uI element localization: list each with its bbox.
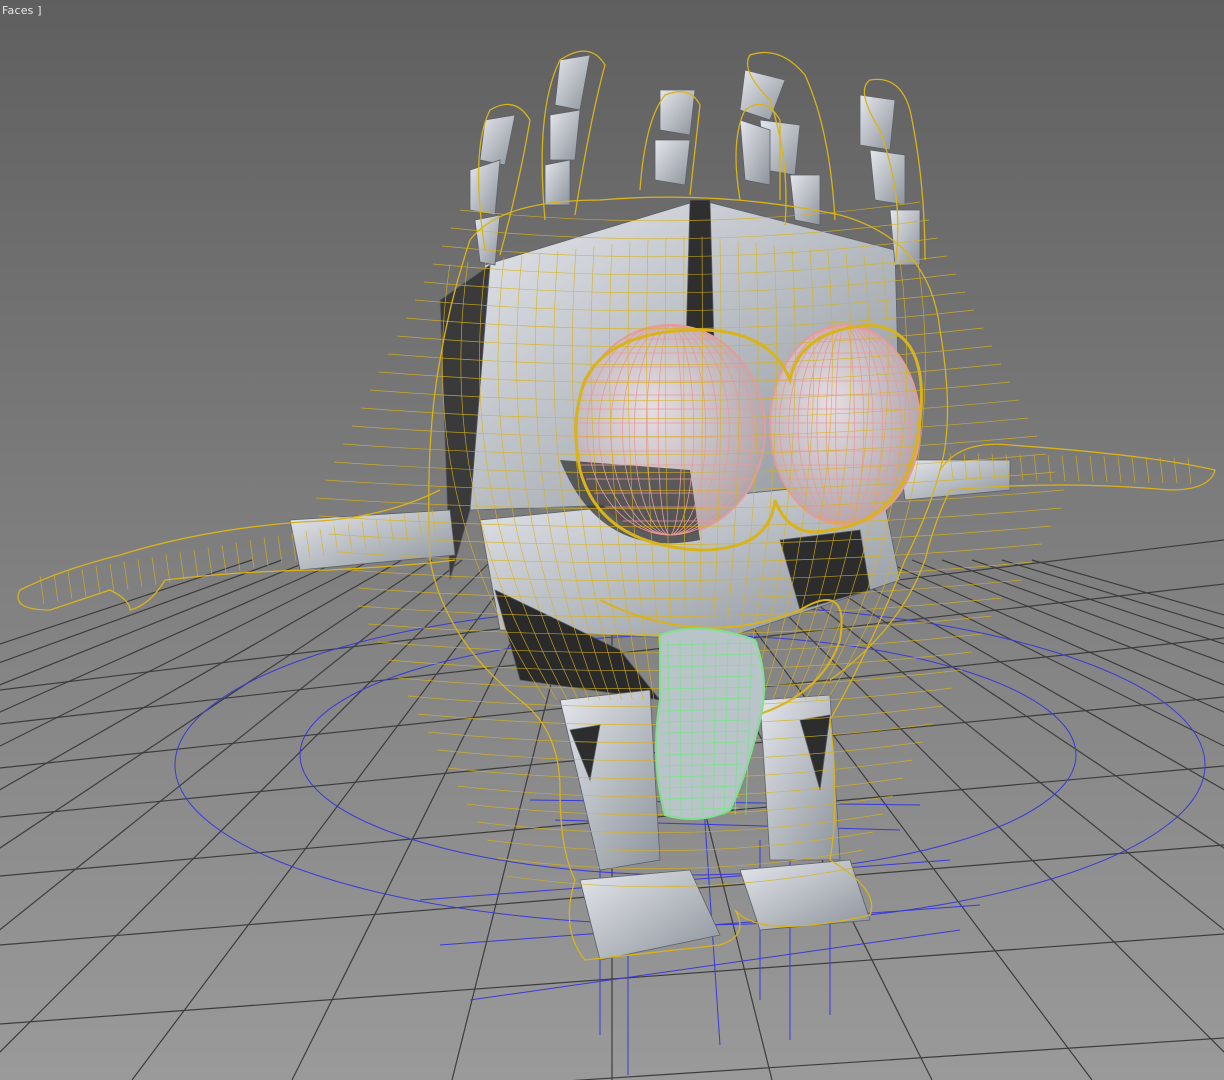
wire-line (53, 573, 59, 602)
wire-line (0, 559, 493, 1053)
wire-line (0, 559, 373, 747)
wire-line (1145, 456, 1150, 483)
wire-line (123, 561, 129, 590)
wire-line (1031, 559, 1224, 616)
wire-line (109, 564, 115, 593)
wire-line (851, 559, 1224, 747)
wire-line (179, 552, 185, 581)
wire-line (1061, 455, 1066, 482)
wire-line (1159, 457, 1164, 484)
viewport-label-suffix: ] (33, 4, 42, 17)
wire-line (277, 535, 283, 564)
wire-line (95, 566, 101, 595)
wire-line (1131, 456, 1136, 483)
wire-line (151, 556, 157, 586)
wire-line (81, 568, 87, 597)
wire-line (165, 554, 171, 583)
tongue-shape (655, 627, 765, 820)
wire-line (193, 549, 199, 578)
wire-line (1033, 454, 1038, 481)
wire-line (971, 559, 1224, 645)
left-foot-bone (579, 869, 721, 961)
wire-line (1001, 559, 1224, 629)
wire-line (207, 547, 213, 576)
wire-line (131, 559, 523, 1080)
wire-line (1173, 457, 1178, 484)
wire-line (1089, 455, 1094, 482)
scene-canvas[interactable] (0, 0, 1224, 1080)
wire-line (67, 571, 73, 600)
wire-line (881, 559, 1224, 713)
wire-line (263, 537, 269, 566)
wire-line (1103, 456, 1108, 483)
wire-line (249, 540, 255, 569)
wire-line (701, 559, 1093, 1080)
wire-line (235, 542, 241, 571)
left-thigh-bone (559, 689, 661, 871)
perspective-viewport[interactable]: Faces ] (0, 0, 1224, 1080)
wire-line (0, 559, 463, 931)
wire-line (1075, 455, 1080, 482)
wire-line (821, 559, 1224, 791)
wire-line (137, 559, 143, 588)
wire-line (0, 559, 253, 645)
wire-line (0, 559, 343, 713)
tongue[interactable] (655, 627, 765, 820)
wire-line (1047, 454, 1052, 482)
wire-line (1187, 457, 1192, 484)
viewport-label-mode: Faces (2, 4, 34, 17)
wire-line (1117, 456, 1122, 483)
wire-line (1019, 454, 1024, 481)
wire-line (0, 559, 403, 791)
viewport-label[interactable]: Faces ] (2, 4, 42, 17)
